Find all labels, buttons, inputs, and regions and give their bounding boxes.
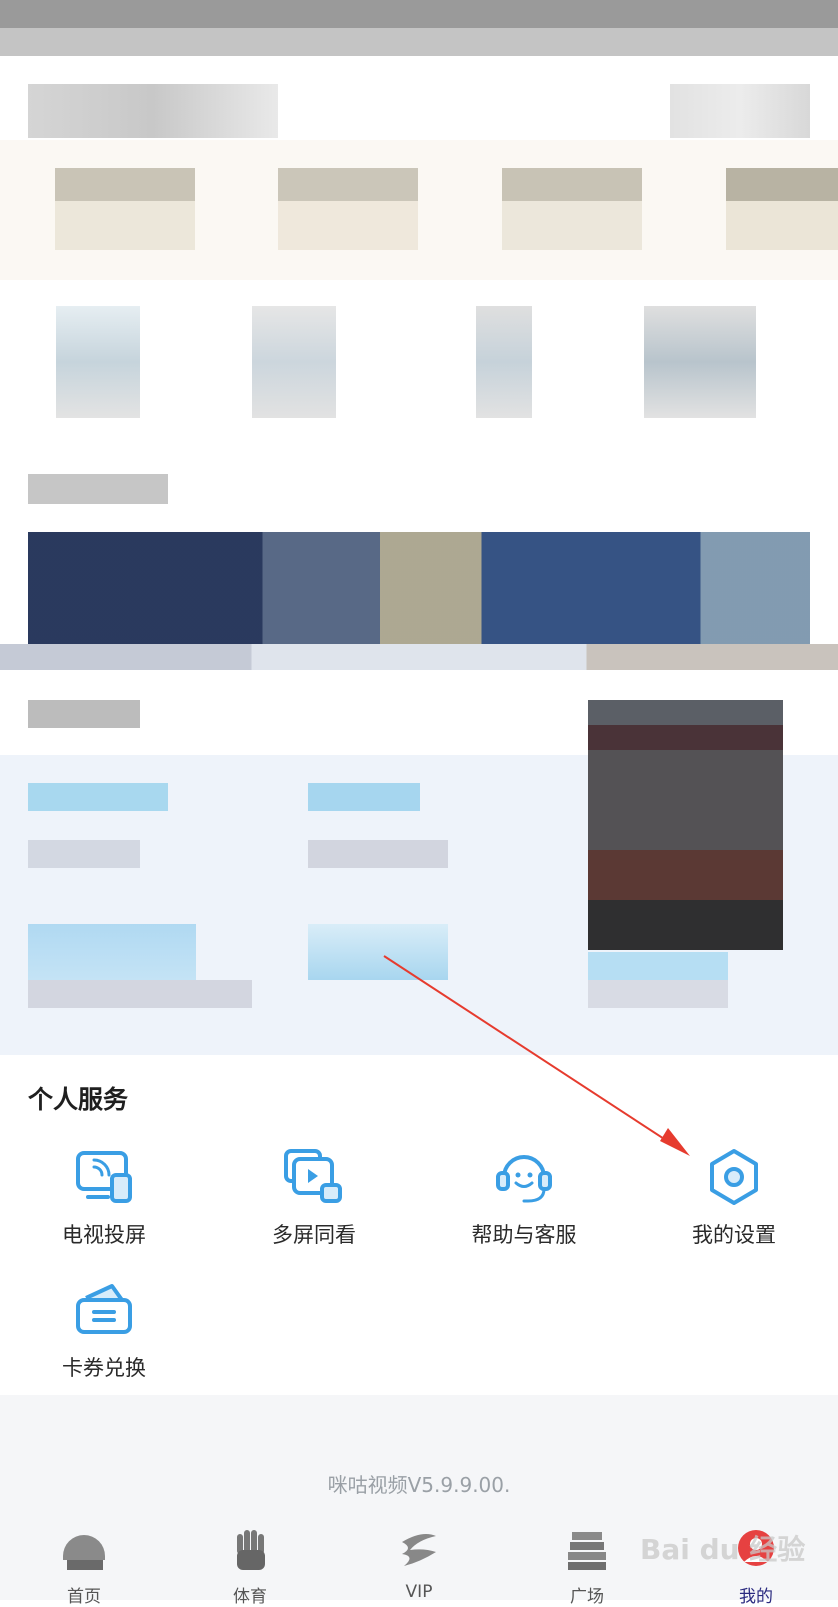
sports-glove-icon: [237, 1530, 265, 1570]
tab-vip[interactable]: VIP: [349, 1526, 489, 1602]
tab-label: 首页: [67, 1587, 101, 1607]
tab-square[interactable]: 广场: [517, 1526, 657, 1607]
vip-icon: [402, 1534, 436, 1566]
home-helmet-icon: [63, 1535, 105, 1570]
tab-label: VIP: [405, 1582, 433, 1602]
tab-label: 我的: [739, 1587, 773, 1607]
version-text: 咪咕视频V5.9.9.00.: [327, 1473, 511, 1497]
tab-sports[interactable]: 体育: [180, 1526, 320, 1607]
watermark-logo: Bai du 经验: [640, 1533, 806, 1566]
tab-home[interactable]: 首页: [14, 1526, 154, 1607]
tab-label: 体育: [233, 1587, 267, 1607]
square-icon: [568, 1532, 606, 1570]
tab-label: 广场: [570, 1587, 604, 1607]
annotation-arrow: [383, 955, 690, 1156]
